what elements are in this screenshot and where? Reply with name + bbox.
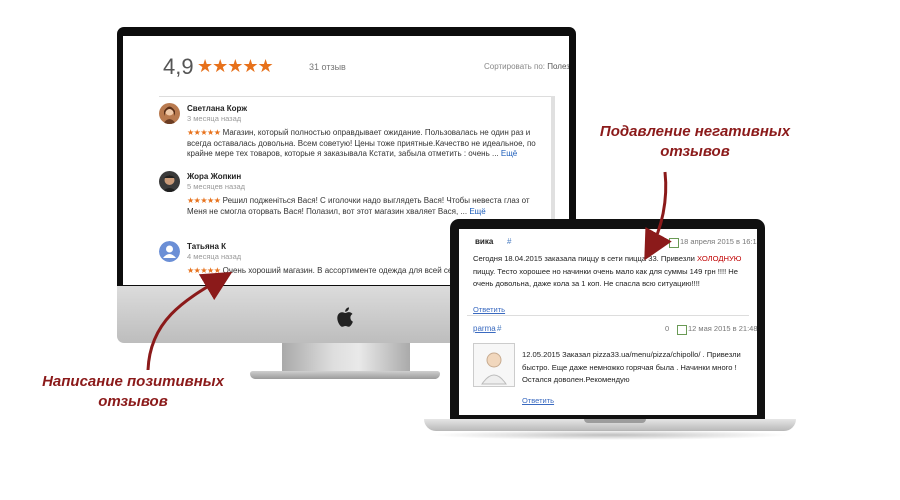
arrow-positive bbox=[146, 271, 233, 371]
arrow-negative bbox=[644, 171, 672, 261]
annotation-arrows bbox=[146, 171, 672, 371]
